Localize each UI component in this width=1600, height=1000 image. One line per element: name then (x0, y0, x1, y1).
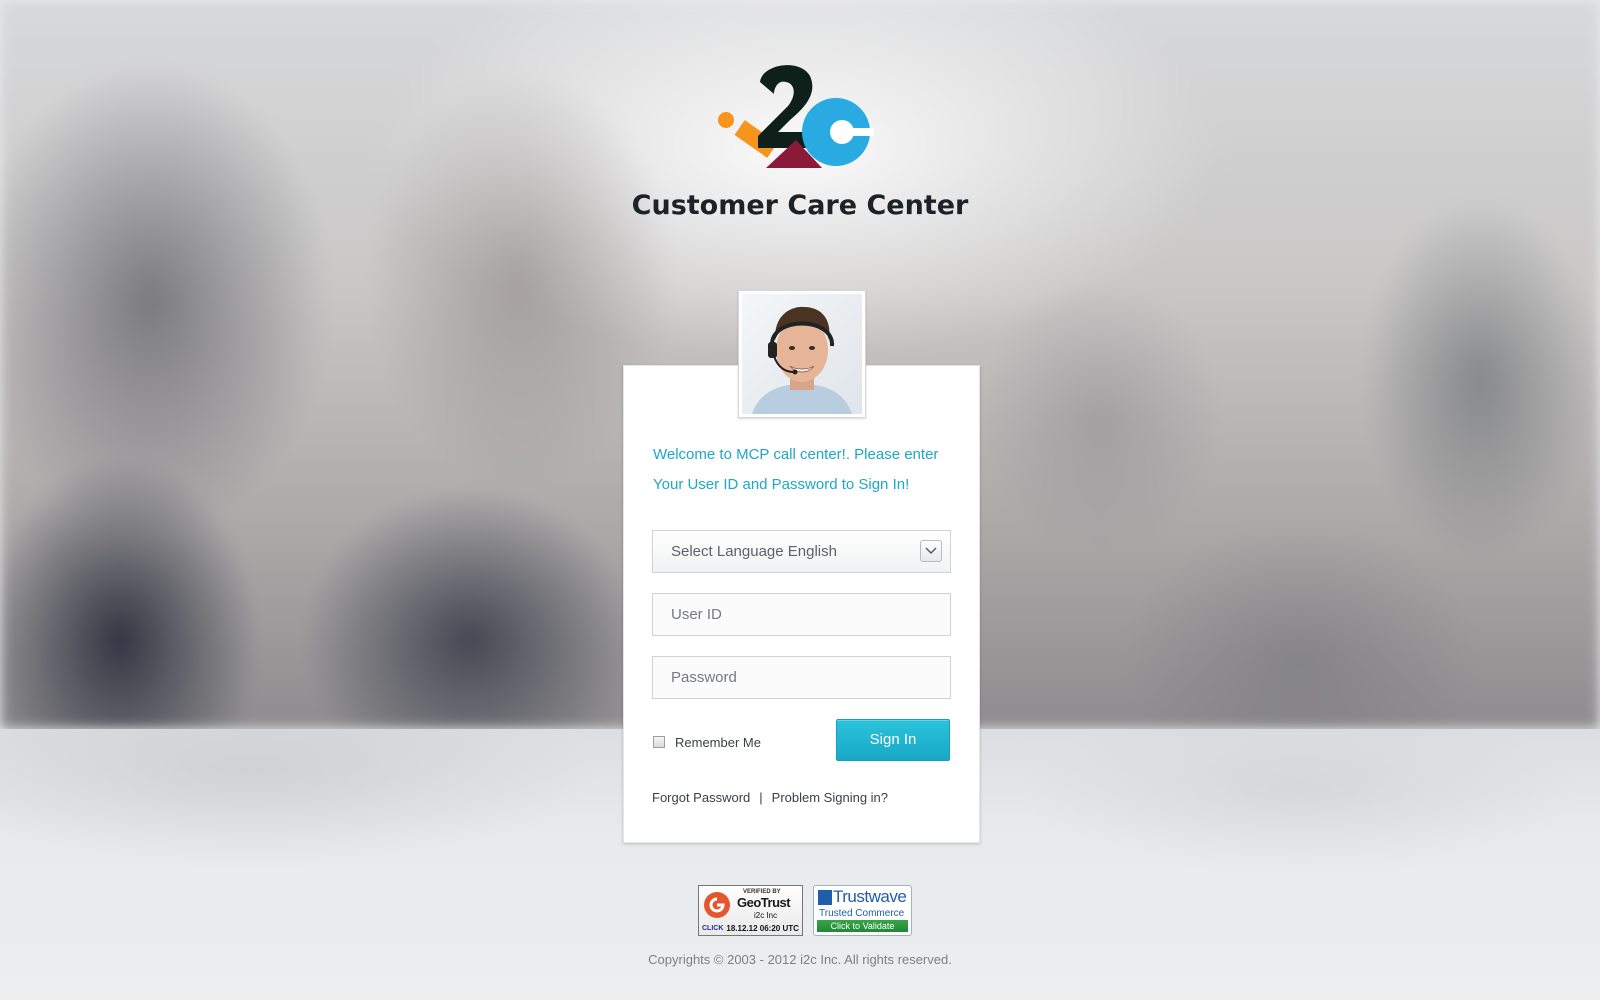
welcome-line-2: Your User ID and Password to Sign In! (653, 476, 910, 493)
geotrust-badge[interactable]: VERIFIED BY GeoTrust i2c Inc CLICK 18.12… (698, 885, 803, 936)
agent-photo (742, 294, 862, 414)
trustwave-brand: Trustwave (833, 887, 907, 906)
welcome-message: Welcome to MCP call center!. Please ente… (653, 440, 953, 500)
language-select-value: Select Language English (671, 543, 837, 560)
trustwave-validate: Click to Validate (817, 920, 908, 932)
copyright-text: Copyrights © 2003 - 2012 i2c Inc. All ri… (648, 952, 952, 967)
user-id-field (652, 593, 951, 636)
avatar (738, 290, 866, 418)
user-id-input[interactable] (653, 594, 950, 635)
password-input[interactable] (653, 657, 950, 698)
geotrust-timestamp: 18.12.12 06:20 UTC (726, 924, 799, 933)
geotrust-click: CLICK (702, 925, 724, 932)
trustwave-logo-icon (818, 890, 832, 905)
forgot-password-link[interactable]: Forgot Password (652, 790, 750, 805)
geotrust-logo-icon (704, 892, 730, 918)
geotrust-company: i2c Inc (754, 911, 778, 920)
language-select[interactable]: Select Language English (652, 530, 951, 573)
trustwave-badge[interactable]: Trustwave Trusted Commerce Click to Vali… (813, 885, 912, 936)
trustwave-subtitle: Trusted Commerce (819, 908, 905, 919)
chevron-down-icon[interactable] (920, 540, 942, 562)
link-separator: | (759, 790, 763, 805)
geotrust-footer: CLICK 18.12.12 06:20 UTC (699, 922, 802, 935)
remember-me[interactable]: Remember Me (653, 732, 761, 752)
geotrust-brand: GeoTrust (737, 895, 791, 910)
i2c-logo (718, 65, 874, 168)
logo-dot (718, 112, 734, 128)
problem-signing-in-link[interactable]: Problem Signing in? (772, 790, 888, 805)
password-field (652, 656, 951, 699)
welcome-line-1: Welcome to MCP call center!. Please ente… (653, 446, 939, 463)
remember-me-checkbox[interactable] (653, 736, 665, 748)
page-title: Customer Care Center (631, 190, 969, 221)
help-links: Forgot Password | Problem Signing in? (652, 790, 888, 805)
sign-in-button[interactable]: Sign In (836, 719, 950, 761)
remember-me-label[interactable]: Remember Me (675, 735, 761, 750)
